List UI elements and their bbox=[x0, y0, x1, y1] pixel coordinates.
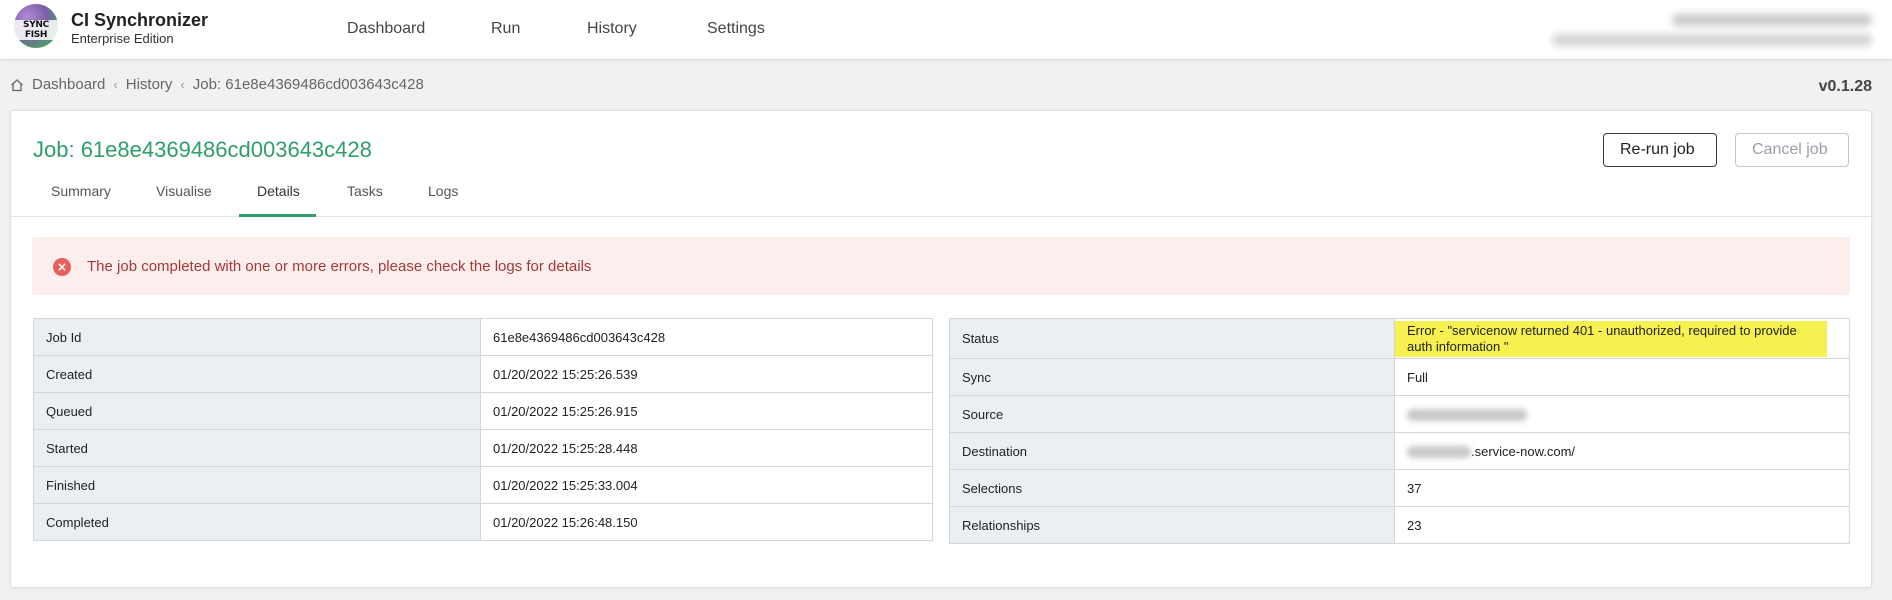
nav-history[interactable]: History bbox=[587, 20, 637, 38]
field-label: Job Id bbox=[33, 318, 481, 356]
field-value: Full bbox=[1394, 358, 1850, 396]
field-value: 01/20/2022 15:26:48.150 bbox=[480, 503, 933, 541]
table-row: Queued 01/20/2022 15:25:26.915 bbox=[33, 392, 933, 430]
breadcrumb: Dashboard ‹ History ‹ Job: 61e8e4369486c… bbox=[10, 76, 424, 93]
rerun-job-button[interactable]: Re-run job bbox=[1603, 133, 1717, 167]
field-value: 23 bbox=[1394, 506, 1850, 544]
breadcrumb-dashboard[interactable]: Dashboard bbox=[32, 76, 105, 93]
table-row: Completed 01/20/2022 15:26:48.150 bbox=[33, 503, 933, 541]
top-navbar: SYNC FISH CI Synchronizer Enterprise Edi… bbox=[0, 0, 1892, 60]
table-row: Source bbox=[949, 395, 1850, 433]
app-title: CI Synchronizer bbox=[71, 10, 209, 30]
redacted-instance bbox=[1407, 446, 1471, 459]
error-alert: × The job completed with one or more err… bbox=[32, 237, 1850, 295]
field-value: 61e8e4369486cd003643c428 bbox=[480, 318, 933, 356]
destination-url: .service-now.com/ bbox=[1471, 443, 1576, 459]
user-info-redacted[interactable] bbox=[1532, 10, 1872, 50]
active-tab-indicator bbox=[239, 214, 316, 217]
page-title: Job: 61e8e4369486cd003643c428 bbox=[33, 137, 372, 162]
field-label: Finished bbox=[33, 466, 481, 504]
field-label: Created bbox=[33, 355, 481, 393]
chevron-left-icon: ‹ bbox=[180, 77, 185, 92]
field-value: 01/20/2022 15:25:26.539 bbox=[480, 355, 933, 393]
breadcrumb-current: Job: 61e8e4369486cd003643c428 bbox=[192, 76, 424, 93]
table-row: Relationships 23 bbox=[949, 506, 1850, 544]
field-value: Error - "servicenow returned 401 - unaut… bbox=[1394, 318, 1850, 359]
field-value bbox=[1394, 395, 1850, 433]
status-error-highlight: Error - "servicenow returned 401 - unaut… bbox=[1395, 320, 1827, 357]
redacted-source bbox=[1407, 409, 1527, 422]
field-label: Queued bbox=[33, 392, 481, 430]
error-alert-message: The job completed with one or more error… bbox=[87, 258, 592, 275]
table-row: Job Id 61e8e4369486cd003643c428 bbox=[33, 318, 933, 356]
field-value: 01/20/2022 15:25:26.915 bbox=[480, 392, 933, 430]
field-label: Completed bbox=[33, 503, 481, 541]
field-label: Sync bbox=[949, 358, 1395, 396]
table-row: Destination .service-now.com/ bbox=[949, 432, 1850, 470]
job-timing-table: Job Id 61e8e4369486cd003643c428 Created 01… bbox=[33, 318, 933, 541]
tab-logs[interactable]: Logs bbox=[428, 183, 458, 199]
cancel-job-button[interactable]: Cancel job bbox=[1735, 133, 1849, 167]
logo-text: SYNC FISH bbox=[14, 20, 58, 40]
field-label: Source bbox=[949, 395, 1395, 433]
field-label: Destination bbox=[949, 432, 1395, 470]
tab-summary[interactable]: Summary bbox=[51, 183, 111, 199]
table-row: Started 01/20/2022 15:25:28.448 bbox=[33, 429, 933, 467]
tab-tasks[interactable]: Tasks bbox=[347, 183, 383, 199]
field-value: 37 bbox=[1394, 469, 1850, 507]
table-row: Sync Full bbox=[949, 358, 1850, 396]
table-row: Status Error - "servicenow returned 401 -… bbox=[949, 318, 1850, 359]
field-label: Status bbox=[949, 318, 1395, 359]
app-logo[interactable]: SYNC FISH bbox=[14, 4, 58, 48]
field-value: 01/20/2022 15:25:28.448 bbox=[480, 429, 933, 467]
error-circle-icon: × bbox=[53, 258, 71, 276]
home-icon bbox=[11, 78, 23, 91]
tab-visualise[interactable]: Visualise bbox=[156, 183, 212, 199]
table-row: Selections 37 bbox=[949, 469, 1850, 507]
app-version: v0.1.28 bbox=[1818, 78, 1872, 95]
field-label: Selections bbox=[949, 469, 1395, 507]
app-subtitle: Enterprise Edition bbox=[71, 31, 174, 46]
field-label: Relationships bbox=[949, 506, 1395, 544]
table-row: Finished 01/20/2022 15:25:33.004 bbox=[33, 466, 933, 504]
nav-dashboard[interactable]: Dashboard bbox=[347, 20, 425, 38]
nav-settings[interactable]: Settings bbox=[707, 20, 765, 38]
table-row: Created 01/20/2022 15:25:26.539 bbox=[33, 355, 933, 393]
field-value: 01/20/2022 15:25:33.004 bbox=[480, 466, 933, 504]
job-tabs: Summary Visualise Details Tasks Logs bbox=[11, 171, 1871, 217]
nav-run[interactable]: Run bbox=[491, 20, 520, 38]
job-config-table: Status Error - "servicenow returned 401 -… bbox=[949, 318, 1850, 544]
field-value: .service-now.com/ bbox=[1394, 432, 1850, 470]
tab-details[interactable]: Details bbox=[257, 183, 300, 199]
breadcrumb-history[interactable]: History bbox=[126, 76, 173, 93]
field-label: Started bbox=[33, 429, 481, 467]
chevron-left-icon: ‹ bbox=[113, 77, 118, 92]
job-details-card: Job: 61e8e4369486cd003643c428 Re-run job… bbox=[10, 110, 1872, 588]
